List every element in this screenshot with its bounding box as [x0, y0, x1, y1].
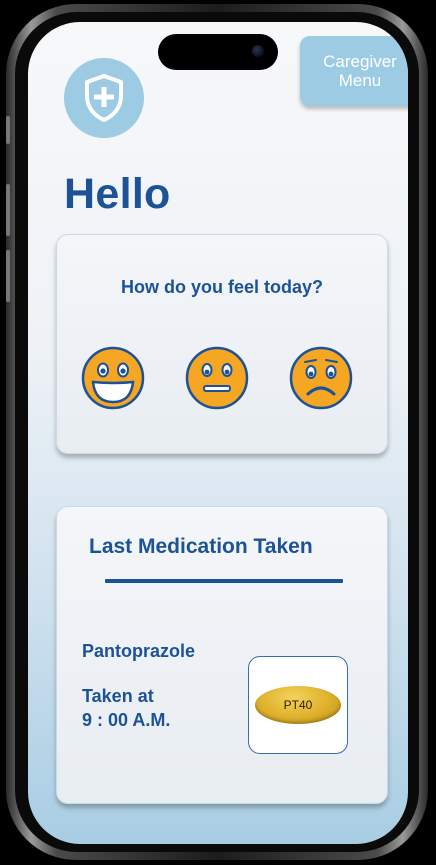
dynamic-island: [158, 34, 278, 70]
taken-time: 9 : 00 A.M.: [82, 710, 171, 730]
last-medication-card: Last Medication Taken Pantoprazole Taken…: [56, 506, 388, 804]
medication-card-title: Last Medication Taken: [89, 535, 313, 558]
neutral-face-icon[interactable]: [185, 346, 249, 410]
mood-card: How do you feel today?: [56, 234, 388, 454]
mood-question: How do you feel today?: [120, 277, 323, 297]
medication-name: Pantoprazole: [82, 641, 196, 661]
volume-up-button: [6, 184, 10, 236]
shield-plus-icon: [85, 74, 123, 122]
pill-image: PT40: [255, 686, 341, 724]
taken-at-label: Taken at: [82, 686, 154, 706]
app-logo: [64, 58, 144, 138]
caregiver-menu-label-line1: Caregiver: [323, 52, 397, 71]
happy-face-icon[interactable]: [81, 346, 145, 410]
sad-face-icon[interactable]: [289, 346, 353, 410]
caregiver-menu-label-line2: Menu: [338, 71, 382, 90]
caregiver-menu-button[interactable]: Caregiver Menu: [300, 36, 408, 106]
front-camera: [252, 45, 264, 57]
pill-imprint: PT40: [283, 698, 313, 712]
action-button: [6, 116, 10, 144]
app-screen: Caregiver Menu Hello How do you feel tod…: [28, 22, 408, 844]
title-divider: [105, 579, 343, 583]
volume-down-button: [6, 250, 10, 302]
pill-image-box[interactable]: PT40: [248, 656, 348, 754]
greeting-heading: Hello: [64, 170, 171, 218]
